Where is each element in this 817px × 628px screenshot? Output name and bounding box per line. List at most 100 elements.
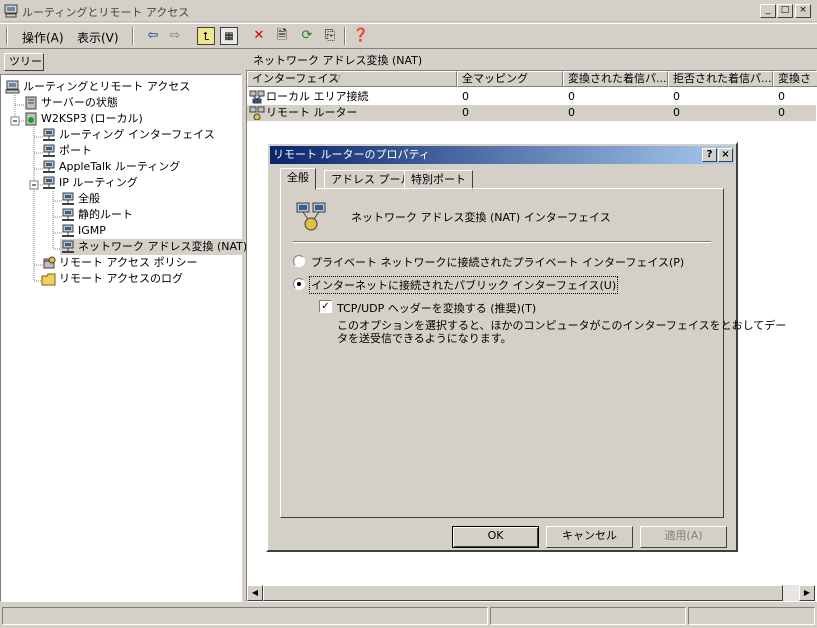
table-row-selected[interactable]: リモート ルーター 0 0 0 0 [247, 105, 816, 121]
apply-button[interactable]: 適用(A) [640, 526, 727, 548]
radio-public-button[interactable] [293, 278, 305, 290]
computer-icon [4, 4, 18, 18]
cell-all-mappings: 0 [462, 106, 469, 119]
refresh-icon[interactable]: ⟳ [298, 27, 316, 45]
tree-pane: ルーティングとリモート アクセス サーバーの状態 W2KSP3 (ローカル) ルーティ… [0, 74, 248, 602]
cell-rejected-inbound: 0 [673, 106, 680, 119]
checkbox-translate-box[interactable]: ✓ [319, 300, 332, 313]
network-connection-icon [249, 90, 265, 104]
properties-icon[interactable]: 🗎 [273, 27, 291, 45]
tab-panel-general: ネットワーク アドレス変換 (NAT) インターフェイス プライベート ネットワ… [280, 188, 787, 518]
scroll-thumb[interactable] [263, 585, 783, 601]
tree-item[interactable]: サーバーの状態 [23, 95, 118, 111]
tree-item[interactable]: 静的ルート [60, 207, 133, 223]
cell-translated-inbound: 0 [568, 90, 575, 103]
cell-translated-more: 0 [778, 106, 785, 119]
back-icon[interactable]: ⇦ [144, 27, 162, 45]
tab-special-ports[interactable]: 特別ポート [404, 170, 473, 190]
tree-item-label: ポート [59, 144, 92, 157]
row-name: リモート ルーター [266, 106, 358, 119]
network-icon [43, 176, 55, 189]
tab-general[interactable]: 全般 [280, 168, 316, 190]
properties-dialog: リモート ルーターのプロパティ ? × 全般 アドレス プール 特別ポート ネッ… [266, 142, 787, 552]
network-icon [62, 192, 74, 205]
router-icon [249, 106, 265, 120]
menu-toolbar: 操作(A) 表示(V) ⇦ ⇨ ⮤ ▦ ✕ 🗎 ⟳ ⎘ ❓ [0, 23, 817, 49]
tree-item-label: リモート アクセス ポリシー [59, 256, 198, 269]
tree-item[interactable]: 全般 [60, 191, 100, 207]
tree-item-label: ネットワーク アドレス変換 (NAT) [78, 240, 248, 253]
help-button[interactable]: ? [702, 148, 717, 162]
folder-icon [41, 273, 56, 286]
tree-item-label: ルーティング インターフェイス [59, 128, 215, 141]
forward-icon[interactable]: ⇨ [166, 27, 184, 45]
sort-descending-icon: ▽ [334, 74, 341, 84]
tree-item[interactable]: W2KSP3 (ローカル) [23, 111, 143, 127]
tree-item[interactable]: AppleTalk ルーティング [41, 159, 180, 175]
section-heading: ネットワーク アドレス変換 (NAT) インターフェイス [351, 211, 611, 224]
menu-action[interactable]: 操作(A) [22, 29, 64, 46]
tree-item-label: サーバーの状態 [41, 96, 118, 109]
server-up-icon [25, 112, 37, 126]
radio-private-interface[interactable]: プライベート ネットワークに接続されたプライベート インターフェイス(P) [293, 253, 713, 269]
policy-icon [43, 256, 56, 269]
tree-item[interactable]: ポート [41, 143, 92, 159]
network-icon [62, 240, 74, 253]
tree-item-label: IGMP [78, 224, 106, 237]
show-tree-icon[interactable]: ▦ [220, 27, 238, 45]
network-icon [62, 208, 74, 221]
tree-item[interactable]: IGMP [60, 223, 106, 239]
column-header-translated-more[interactable]: 変換さ [773, 71, 817, 87]
minimize-button[interactable]: _ [760, 4, 776, 18]
scroll-left-icon[interactable]: ◀ [247, 585, 263, 601]
table-row[interactable]: ローカル エリア接続 0 0 0 0 [247, 89, 816, 105]
radio-public-label: インターネットに接続されたパブリック インターフェイス(U) [309, 276, 619, 294]
tree-item-label: リモート アクセスのログ [59, 272, 183, 285]
menu-view[interactable]: 表示(V) [77, 29, 119, 46]
delete-icon[interactable]: ✕ [250, 27, 268, 45]
status-bar [0, 605, 817, 628]
column-header-translated-inbound[interactable]: 変換された着信パ... [563, 71, 668, 87]
tree-item[interactable]: ルーティング インターフェイス [41, 127, 215, 143]
radio-public-interface[interactable]: インターネットに接続されたパブリック インターフェイス(U) [293, 276, 713, 294]
computer-icon [5, 80, 20, 94]
cancel-button[interactable]: キャンセル [546, 526, 633, 548]
ok-button[interactable]: OK [452, 526, 539, 548]
tree-item[interactable]: ルーティングとリモート アクセス [5, 79, 190, 95]
window-title: ルーティングとリモート アクセス [22, 6, 190, 19]
scroll-right-icon[interactable]: ▶ [799, 585, 815, 601]
dialog-title: リモート ルーターのプロパティ [273, 148, 430, 161]
status-cell-3 [688, 607, 815, 625]
tree-item[interactable]: リモート アクセス ポリシー [41, 255, 197, 271]
export-icon[interactable]: ⎘ [321, 27, 339, 45]
toolbar-separator-2 [344, 27, 346, 45]
tree-tab[interactable]: ツリー [4, 53, 44, 71]
tree-item-label: IP ルーティング [59, 176, 138, 189]
network-icon [62, 224, 74, 237]
nat-interface-icon [296, 202, 326, 231]
window-titlebar: ルーティングとリモート アクセス _ □ × [0, 0, 817, 22]
dialog-titlebar: リモート ルーターのプロパティ [270, 146, 734, 164]
tree-item[interactable]: リモート アクセスのログ [41, 271, 183, 287]
up-icon[interactable]: ⮤ [197, 27, 215, 45]
dialog-close-button[interactable]: × [718, 148, 733, 162]
maximize-button[interactable]: □ [777, 4, 793, 18]
tree-item[interactable]: ネットワーク アドレス変換 (NAT) [60, 239, 248, 255]
tree-item-label: AppleTalk ルーティング [59, 160, 181, 173]
close-button[interactable]: × [795, 4, 811, 18]
network-icon [43, 160, 55, 173]
network-icon [43, 144, 55, 157]
tree-item[interactable]: IP ルーティング [41, 175, 138, 191]
radio-private-button[interactable] [293, 255, 305, 267]
description-line-1: このオプションを選択すると、ほかのコンピュータがこのインターフェイスをとおしてデ… [337, 319, 787, 332]
column-header-rejected-inbound[interactable]: 拒否された着信パ... [668, 71, 773, 87]
radio-private-label: プライベート ネットワークに接続されたプライベート インターフェイス(P) [311, 256, 685, 269]
column-header-interface[interactable]: インターフェイス ▽ [247, 71, 457, 87]
column-header-all-mappings[interactable]: 全マッピング [457, 71, 563, 87]
status-cell-main [2, 607, 488, 625]
checkbox-translate-headers[interactable]: ✓ TCP/UDP ヘッダーを変換する (推奨)(T) [319, 299, 619, 315]
horizontal-scrollbar[interactable]: ◀ ▶ [247, 585, 815, 601]
toolbar-grip [6, 27, 8, 45]
network-icon [43, 128, 55, 141]
help-icon[interactable]: ❓ [352, 27, 370, 45]
